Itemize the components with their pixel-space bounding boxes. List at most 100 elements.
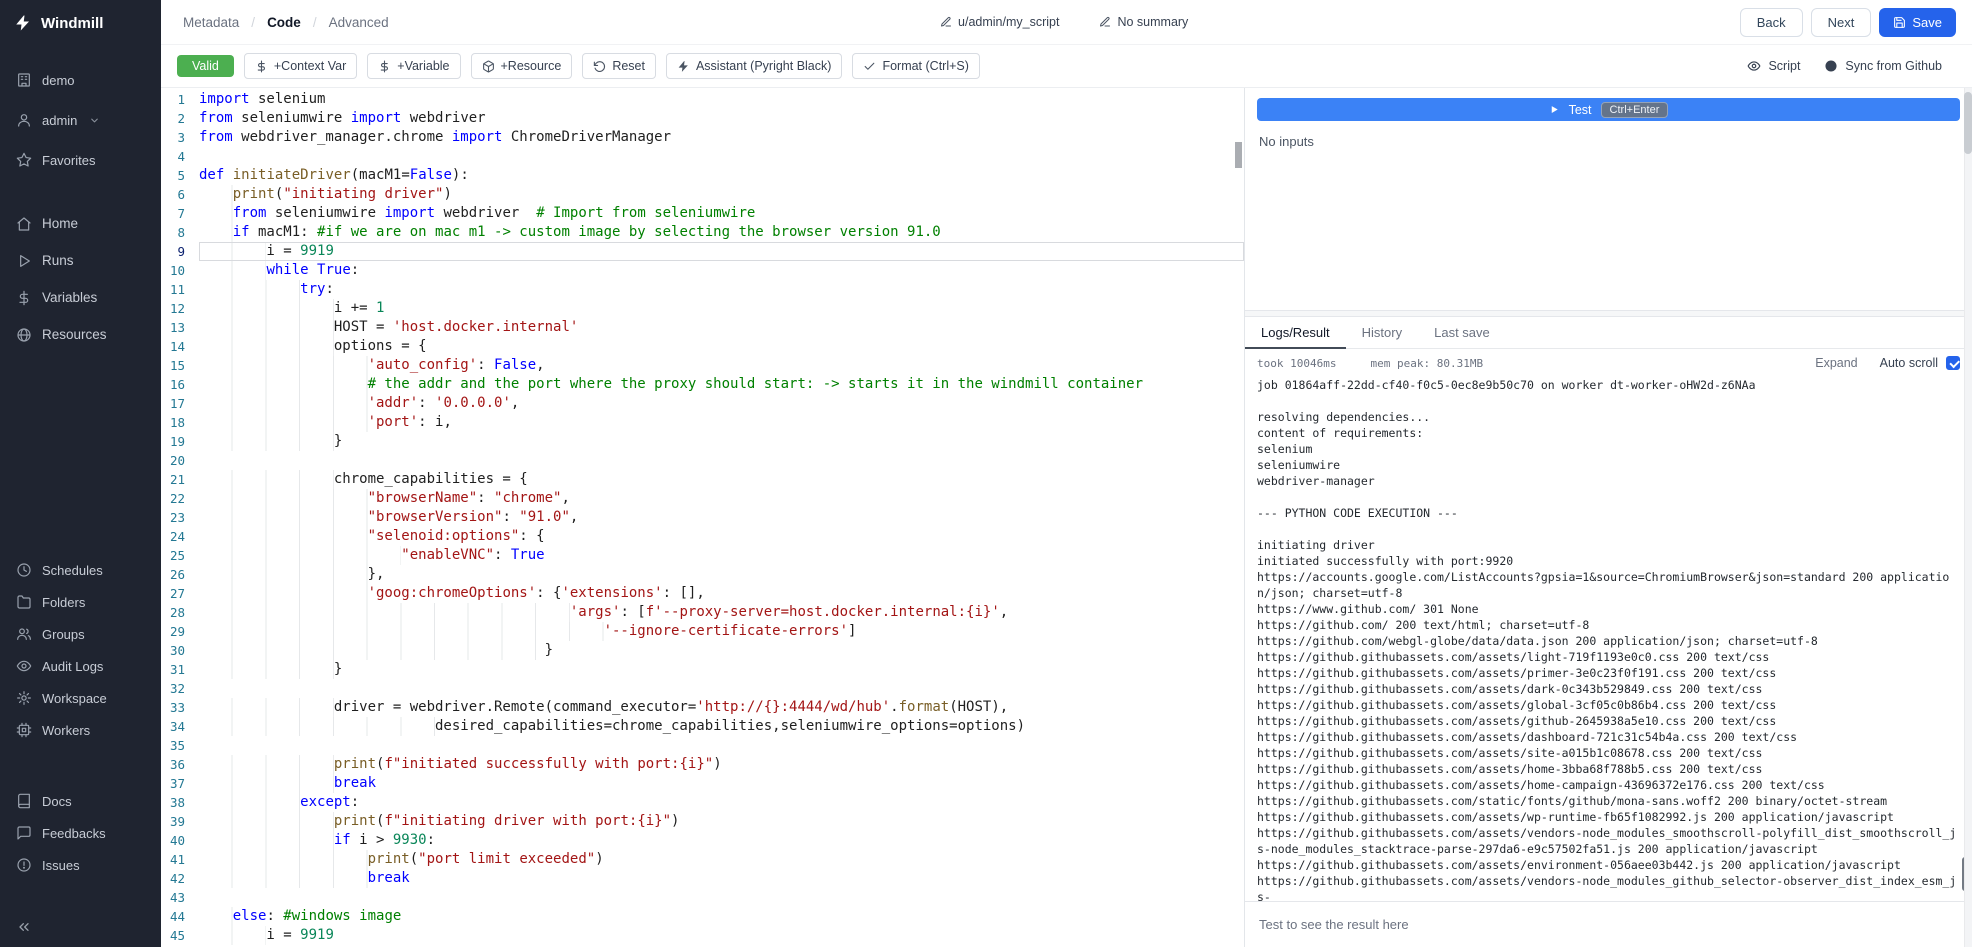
page-scrollbar-thumb[interactable] — [1964, 92, 1972, 154]
code-line[interactable]: 24 "selenoid:options": { — [161, 527, 1244, 546]
code-line[interactable]: 9 i = 9919 — [161, 242, 1244, 261]
code-line[interactable]: 11 try: — [161, 280, 1244, 299]
sidebar-item-issues[interactable]: Issues — [0, 849, 161, 881]
code-line[interactable]: 29 '--ignore-certificate-errors'] — [161, 622, 1244, 641]
script-summary[interactable]: No summary — [1099, 15, 1188, 29]
code-line[interactable]: 27 'goog:chromeOptions': {'extensions': … — [161, 584, 1244, 603]
page-scrollbar[interactable] — [1964, 88, 1972, 947]
code-line[interactable]: 23 "browserVersion": "91.0", — [161, 508, 1244, 527]
result-placeholder-text: Test to see the result here — [1259, 917, 1409, 932]
code-line[interactable]: 3from webdriver_manager.chrome import Ch… — [161, 128, 1244, 147]
line-number: 30 — [161, 641, 199, 660]
code-line[interactable]: 37 break — [161, 774, 1244, 793]
sidebar-item-docs[interactable]: Docs — [0, 785, 161, 817]
code-line[interactable]: 2from seleniumwire import webdriver — [161, 109, 1244, 128]
code-line[interactable]: 15 'auto_config': False, — [161, 356, 1244, 375]
code-line[interactable]: 4 — [161, 147, 1244, 166]
tab-logs-result[interactable]: Logs/Result — [1245, 317, 1346, 349]
code-line[interactable]: 35 — [161, 736, 1244, 755]
code-line[interactable]: 36 print(f"initiated successfully with p… — [161, 755, 1244, 774]
sidebar-item-admin[interactable]: admin — [0, 100, 161, 140]
code-line[interactable]: 41 print("port limit exceeded") — [161, 850, 1244, 869]
code-line[interactable]: 19 } — [161, 432, 1244, 451]
format-ctrl-s-button[interactable]: Format (Ctrl+S) — [852, 53, 979, 79]
sidebar-item-favorites[interactable]: Favorites — [0, 140, 161, 180]
code-editor[interactable]: 1import selenium2from seleniumwire impor… — [161, 88, 1245, 947]
code-line[interactable]: 44 else: #windows image — [161, 907, 1244, 926]
sidebar-item-variables[interactable]: Variables — [0, 279, 161, 316]
sidebar-item-workers[interactable]: Workers — [0, 714, 161, 746]
editor-scrollbar[interactable] — [1235, 142, 1242, 168]
sidebar-item-resources[interactable]: Resources — [0, 316, 161, 353]
code-line[interactable]: 6 print("initiating driver") — [161, 185, 1244, 204]
sidebar-item-runs[interactable]: Runs — [0, 242, 161, 279]
sync-from-github-button[interactable]: Sync from Github — [1824, 59, 1942, 73]
variable-button[interactable]: +Variable — [367, 53, 460, 79]
context-var-button[interactable]: +Context Var — [244, 53, 357, 79]
sidebar-item-home[interactable]: Home — [0, 205, 161, 242]
button-label: Format (Ctrl+S) — [882, 59, 968, 73]
code-line[interactable]: 18 'port': i, — [161, 413, 1244, 432]
code-line[interactable]: 22 "browserName": "chrome", — [161, 489, 1244, 508]
assistant-pyright-black-button[interactable]: Assistant (Pyright Black) — [666, 53, 842, 79]
expand-button[interactable]: Expand — [1815, 356, 1857, 370]
script-button[interactable]: Script — [1747, 59, 1800, 73]
code-line[interactable]: 14 options = { — [161, 337, 1244, 356]
sidebar-item-groups[interactable]: Groups — [0, 618, 161, 650]
code-line[interactable]: 1import selenium — [161, 90, 1244, 109]
code-line[interactable]: 21 chrome_capabilities = { — [161, 470, 1244, 489]
code-line[interactable]: 13 HOST = 'host.docker.internal' — [161, 318, 1244, 337]
collapse-sidebar-button[interactable] — [0, 907, 161, 947]
result-placeholder: Test to see the result here — [1245, 901, 1972, 947]
auto-scroll-toggle[interactable]: Auto scroll — [1880, 356, 1960, 370]
log-line — [1257, 489, 1958, 505]
code-line[interactable]: 16 # the addr and the port where the pro… — [161, 375, 1244, 394]
line-number: 35 — [161, 736, 199, 755]
code-line[interactable]: 5def initiateDriver(macM1=False): — [161, 166, 1244, 185]
reset-button[interactable]: Reset — [582, 53, 656, 79]
sidebar-item-audit-logs[interactable]: Audit Logs — [0, 650, 161, 682]
tab-last-save[interactable]: Last save — [1418, 317, 1506, 349]
code-line[interactable]: 43 — [161, 888, 1244, 907]
tab-metadata[interactable]: Metadata — [183, 15, 239, 30]
code-line[interactable]: 38 except: — [161, 793, 1244, 812]
code-line[interactable]: 45 i = 9919 — [161, 926, 1244, 945]
code-line[interactable]: 40 if i > 9930: — [161, 831, 1244, 850]
code-line[interactable]: 42 break — [161, 869, 1244, 888]
sidebar-item-workspace[interactable]: Workspace — [0, 682, 161, 714]
code-line[interactable]: 28 'args': [f'--proxy-server=host.docker… — [161, 603, 1244, 622]
code-line[interactable]: 7 from seleniumwire import webdriver # I… — [161, 204, 1244, 223]
sidebar-item-schedules[interactable]: Schedules — [0, 554, 161, 586]
code-line[interactable]: 34 desired_capabilities=chrome_capabilit… — [161, 717, 1244, 736]
toolbar-buttons: +Context Var +Variable +Resource Reset Assis… — [244, 53, 980, 79]
sidebar-item-folders[interactable]: Folders — [0, 586, 161, 618]
tab-advanced[interactable]: Advanced — [329, 15, 389, 30]
play-icon — [1549, 104, 1560, 115]
tab-history[interactable]: History — [1346, 317, 1418, 349]
code-line[interactable]: 17 'addr': '0.0.0.0', — [161, 394, 1244, 413]
code-line[interactable]: 8 if macM1: #if we are on mac m1 -> cust… — [161, 223, 1244, 242]
log-output[interactable]: job 01864aff-22dd-cf40-f0c5-0ec8e9b50c70… — [1245, 374, 1972, 901]
panel-splitter[interactable] — [1245, 310, 1972, 317]
test-button[interactable]: Test Ctrl+Enter — [1257, 98, 1960, 121]
code-line[interactable]: 10 while True: — [161, 261, 1244, 280]
save-button[interactable]: Save — [1879, 8, 1956, 37]
code-line[interactable]: 39 print(f"initiating driver with port:{… — [161, 812, 1244, 831]
code-line[interactable]: 20 — [161, 451, 1244, 470]
code-line[interactable]: 25 "enableVNC": True — [161, 546, 1244, 565]
code-line[interactable]: 26 }, — [161, 565, 1244, 584]
sidebar-item-demo[interactable]: demo — [0, 60, 161, 100]
code-line[interactable]: 33 driver = webdriver.Remote(command_exe… — [161, 698, 1244, 717]
code-line[interactable]: 12 i += 1 — [161, 299, 1244, 318]
tab-code[interactable]: Code — [267, 15, 301, 30]
code-line[interactable]: 30 } — [161, 641, 1244, 660]
sidebar-item-feedbacks[interactable]: Feedbacks — [0, 817, 161, 849]
code-line[interactable]: 31 } — [161, 660, 1244, 679]
resource-button[interactable]: +Resource — [471, 53, 573, 79]
auto-scroll-checkbox[interactable] — [1946, 356, 1960, 370]
next-button[interactable]: Next — [1811, 8, 1872, 37]
script-path[interactable]: u/admin/my_script — [940, 15, 1059, 29]
code-line[interactable]: 32 — [161, 679, 1244, 698]
windmill-brand[interactable]: Windmill — [0, 0, 161, 46]
back-button[interactable]: Back — [1740, 8, 1803, 37]
